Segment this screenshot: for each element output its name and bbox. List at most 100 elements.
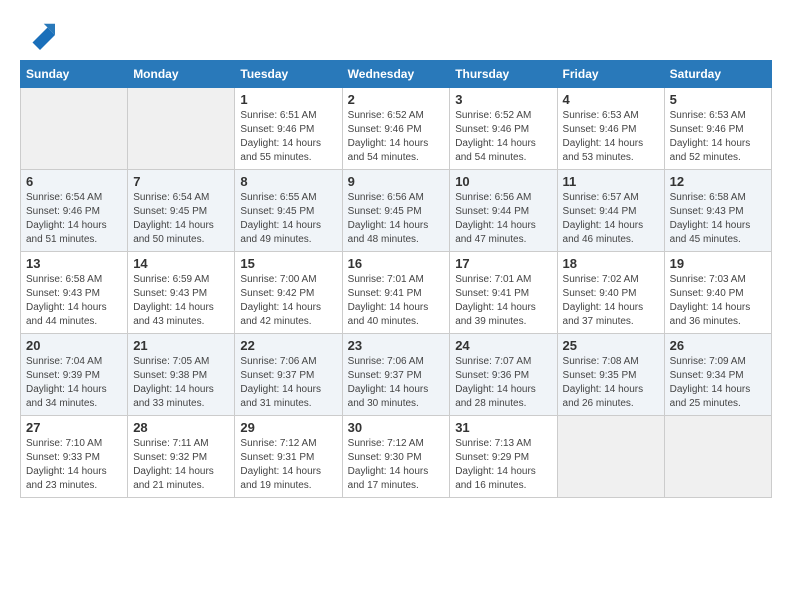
calendar-cell: 18 Sunrise: 7:02 AMSunset: 9:40 PMDayligh… <box>557 252 664 334</box>
calendar-cell: 17 Sunrise: 7:01 AMSunset: 9:41 PMDayligh… <box>450 252 557 334</box>
day-number: 13 <box>26 256 122 271</box>
day-info: Sunrise: 7:10 AMSunset: 9:33 PMDaylight:… <box>26 437 122 493</box>
day-number: 23 <box>348 338 445 353</box>
calendar-cell: 2 Sunrise: 6:52 AMSunset: 9:46 PMDaylight… <box>342 88 450 170</box>
calendar-cell: 28 Sunrise: 7:11 AMSunset: 9:32 PMDayligh… <box>128 416 235 498</box>
day-number: 7 <box>133 174 229 189</box>
calendar-cell <box>21 88 128 170</box>
day-number: 10 <box>455 174 551 189</box>
day-number: 3 <box>455 92 551 107</box>
calendar-cell: 8 Sunrise: 6:55 AMSunset: 9:45 PMDaylight… <box>235 170 342 252</box>
day-number: 21 <box>133 338 229 353</box>
day-number: 20 <box>26 338 122 353</box>
day-number: 31 <box>455 420 551 435</box>
day-number: 2 <box>348 92 445 107</box>
calendar-cell: 3 Sunrise: 6:52 AMSunset: 9:46 PMDaylight… <box>450 88 557 170</box>
calendar-cell: 11Sunrise: 6:57 AMSunset: 9:44 PMDayligh… <box>557 170 664 252</box>
day-info: Sunrise: 6:56 AMSunset: 9:45 PMDaylight:… <box>348 191 445 247</box>
calendar-cell: 14 Sunrise: 6:59 AMSunset: 9:43 PMDayligh… <box>128 252 235 334</box>
day-info: Sunrise: 6:52 AMSunset: 9:46 PMDaylight:… <box>348 109 445 165</box>
day-number: 8 <box>240 174 336 189</box>
day-info: Sunrise: 7:11 AMSunset: 9:32 PMDaylight:… <box>133 437 229 493</box>
day-info: Sunrise: 7:13 AMSunset: 9:29 PMDaylight:… <box>455 437 551 493</box>
day-number: 6 <box>26 174 122 189</box>
day-number: 29 <box>240 420 336 435</box>
calendar-week-row: 20 Sunrise: 7:04 AMSunset: 9:39 PMDayligh… <box>21 334 772 416</box>
day-number: 15 <box>240 256 336 271</box>
day-info: Sunrise: 6:53 AMSunset: 9:46 PMDaylight:… <box>563 109 659 165</box>
logo-icon <box>25 20 55 50</box>
day-number: 4 <box>563 92 659 107</box>
calendar-cell: 30 Sunrise: 7:12 AMSunset: 9:30 PMDayligh… <box>342 416 450 498</box>
calendar-week-row: 27Sunrise: 7:10 AMSunset: 9:33 PMDayligh… <box>21 416 772 498</box>
day-info: Sunrise: 7:03 AMSunset: 9:40 PMDaylight:… <box>670 273 766 329</box>
day-number: 19 <box>670 256 766 271</box>
calendar-cell: 16 Sunrise: 7:01 AMSunset: 9:41 PMDayligh… <box>342 252 450 334</box>
day-info: Sunrise: 7:02 AMSunset: 9:40 PMDaylight:… <box>563 273 659 329</box>
day-number: 1 <box>240 92 336 107</box>
day-info: Sunrise: 7:00 AMSunset: 9:42 PMDaylight:… <box>240 273 336 329</box>
day-info: Sunrise: 7:05 AMSunset: 9:38 PMDaylight:… <box>133 355 229 411</box>
day-info: Sunrise: 7:04 AMSunset: 9:39 PMDaylight:… <box>26 355 122 411</box>
day-number: 11 <box>563 174 659 189</box>
calendar-week-row: 6 Sunrise: 6:54 AMSunset: 9:46 PMDaylight… <box>21 170 772 252</box>
calendar-cell: 4 Sunrise: 6:53 AMSunset: 9:46 PMDaylight… <box>557 88 664 170</box>
calendar-table: SundayMondayTuesdayWednesdayThursdayFrid… <box>20 60 772 498</box>
day-info: Sunrise: 6:59 AMSunset: 9:43 PMDaylight:… <box>133 273 229 329</box>
day-info: Sunrise: 6:58 AMSunset: 9:43 PMDaylight:… <box>26 273 122 329</box>
day-info: Sunrise: 6:52 AMSunset: 9:46 PMDaylight:… <box>455 109 551 165</box>
calendar-cell <box>557 416 664 498</box>
calendar-cell: 24Sunrise: 7:07 AMSunset: 9:36 PMDayligh… <box>450 334 557 416</box>
day-number: 14 <box>133 256 229 271</box>
day-number: 17 <box>455 256 551 271</box>
day-number: 5 <box>670 92 766 107</box>
calendar-cell: 31 Sunrise: 7:13 AMSunset: 9:29 PMDayligh… <box>450 416 557 498</box>
day-info: Sunrise: 7:01 AMSunset: 9:41 PMDaylight:… <box>455 273 551 329</box>
calendar-cell: 13 Sunrise: 6:58 AMSunset: 9:43 PMDayligh… <box>21 252 128 334</box>
calendar-cell: 20 Sunrise: 7:04 AMSunset: 9:39 PMDayligh… <box>21 334 128 416</box>
calendar-cell: 7Sunrise: 6:54 AMSunset: 9:45 PMDaylight… <box>128 170 235 252</box>
calendar-cell: 19 Sunrise: 7:03 AMSunset: 9:40 PMDayligh… <box>664 252 771 334</box>
header-thursday: Thursday <box>450 61 557 88</box>
day-info: Sunrise: 6:55 AMSunset: 9:45 PMDaylight:… <box>240 191 336 247</box>
day-info: Sunrise: 6:58 AMSunset: 9:43 PMDaylight:… <box>670 191 766 247</box>
header-friday: Friday <box>557 61 664 88</box>
calendar-week-row: 13 Sunrise: 6:58 AMSunset: 9:43 PMDayligh… <box>21 252 772 334</box>
header-monday: Monday <box>128 61 235 88</box>
calendar-cell <box>128 88 235 170</box>
calendar-cell: 29 Sunrise: 7:12 AMSunset: 9:31 PMDayligh… <box>235 416 342 498</box>
day-info: Sunrise: 7:09 AMSunset: 9:34 PMDaylight:… <box>670 355 766 411</box>
page-header <box>20 20 772 50</box>
header-wednesday: Wednesday <box>342 61 450 88</box>
calendar-cell: 5Sunrise: 6:53 AMSunset: 9:46 PMDaylight… <box>664 88 771 170</box>
day-info: Sunrise: 7:08 AMSunset: 9:35 PMDaylight:… <box>563 355 659 411</box>
day-number: 16 <box>348 256 445 271</box>
day-number: 28 <box>133 420 229 435</box>
calendar-cell: 25 Sunrise: 7:08 AMSunset: 9:35 PMDayligh… <box>557 334 664 416</box>
calendar-body: 1 Sunrise: 6:51 AMSunset: 9:46 PMDaylight… <box>21 88 772 498</box>
day-info: Sunrise: 7:12 AMSunset: 9:30 PMDaylight:… <box>348 437 445 493</box>
day-number: 30 <box>348 420 445 435</box>
day-number: 25 <box>563 338 659 353</box>
day-info: Sunrise: 7:06 AMSunset: 9:37 PMDaylight:… <box>240 355 336 411</box>
day-info: Sunrise: 6:51 AMSunset: 9:46 PMDaylight:… <box>240 109 336 165</box>
calendar-cell: 9 Sunrise: 6:56 AMSunset: 9:45 PMDaylight… <box>342 170 450 252</box>
calendar-cell: 26 Sunrise: 7:09 AMSunset: 9:34 PMDayligh… <box>664 334 771 416</box>
day-info: Sunrise: 7:12 AMSunset: 9:31 PMDaylight:… <box>240 437 336 493</box>
calendar-cell <box>664 416 771 498</box>
day-info: Sunrise: 7:06 AMSunset: 9:37 PMDaylight:… <box>348 355 445 411</box>
day-info: Sunrise: 7:01 AMSunset: 9:41 PMDaylight:… <box>348 273 445 329</box>
day-number: 24 <box>455 338 551 353</box>
calendar-cell: 15 Sunrise: 7:00 AMSunset: 9:42 PMDayligh… <box>235 252 342 334</box>
calendar-cell: 12Sunrise: 6:58 AMSunset: 9:43 PMDayligh… <box>664 170 771 252</box>
day-number: 26 <box>670 338 766 353</box>
day-number: 9 <box>348 174 445 189</box>
day-number: 18 <box>563 256 659 271</box>
header-tuesday: Tuesday <box>235 61 342 88</box>
day-info: Sunrise: 6:54 AMSunset: 9:46 PMDaylight:… <box>26 191 122 247</box>
calendar-cell: 1 Sunrise: 6:51 AMSunset: 9:46 PMDaylight… <box>235 88 342 170</box>
calendar-cell: 6 Sunrise: 6:54 AMSunset: 9:46 PMDaylight… <box>21 170 128 252</box>
calendar-cell: 21 Sunrise: 7:05 AMSunset: 9:38 PMDayligh… <box>128 334 235 416</box>
logo <box>20 20 55 50</box>
calendar-cell: 22Sunrise: 7:06 AMSunset: 9:37 PMDayligh… <box>235 334 342 416</box>
